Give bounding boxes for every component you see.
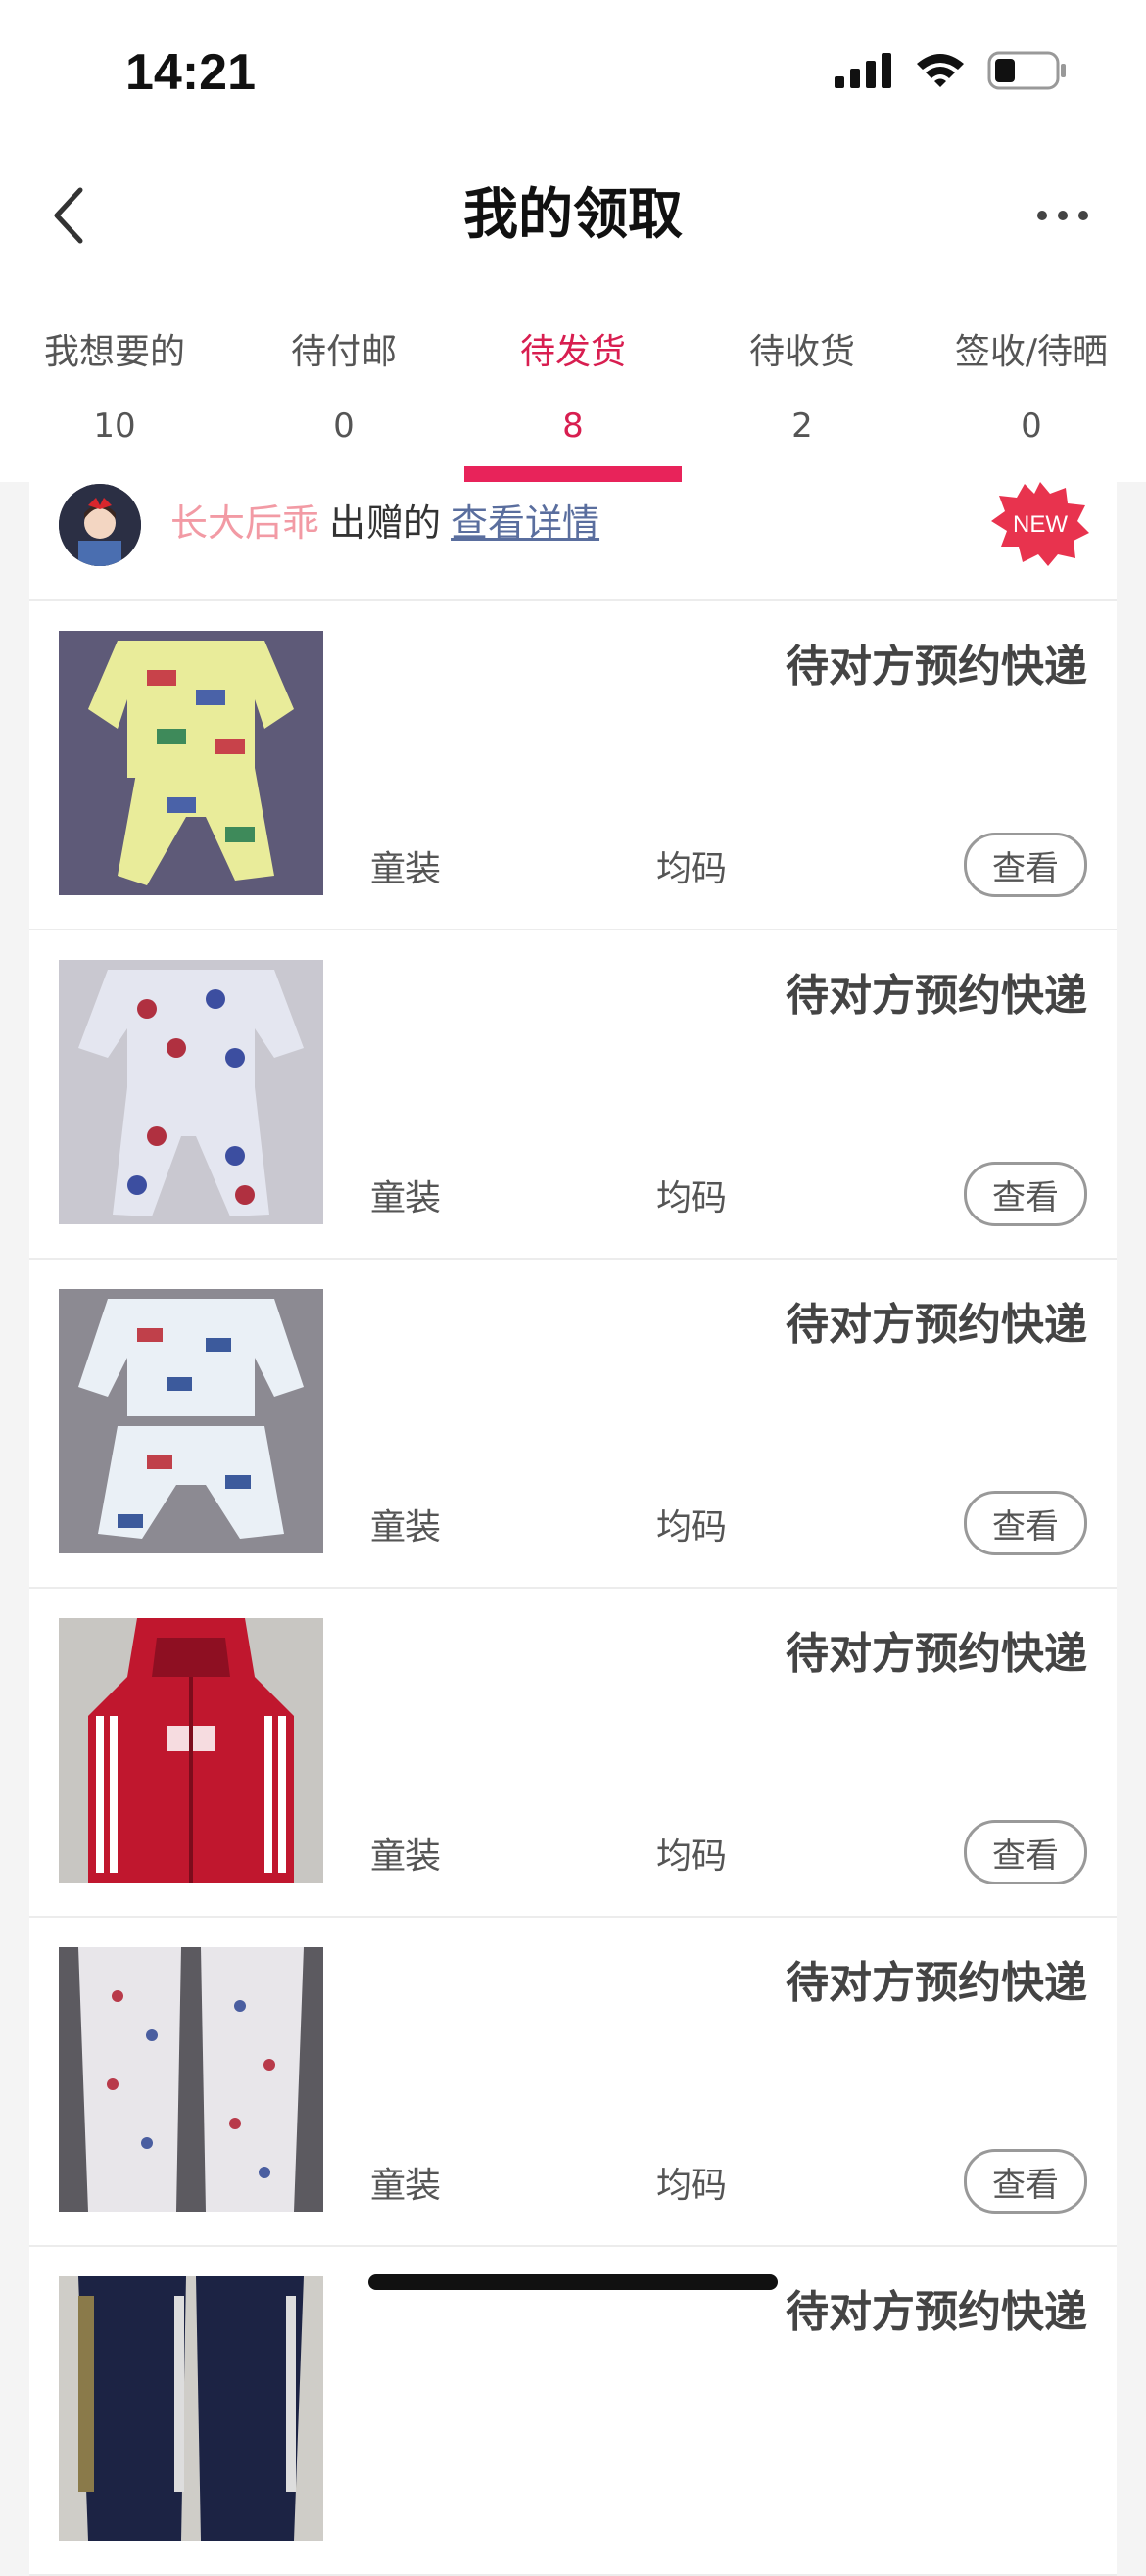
view-button[interactable]: 查看	[964, 2149, 1087, 2214]
print-pajamas-image	[59, 960, 323, 1224]
more-dots-icon	[1037, 211, 1088, 220]
item-category: 童装	[370, 1837, 442, 1877]
product-thumbnail[interactable]	[59, 1289, 323, 1553]
giver-name[interactable]: 长大后乖	[170, 501, 319, 545]
item-status: 待对方预约快递	[786, 971, 1087, 1021]
tab-signed-share[interactable]: 签收/待晒 0	[917, 294, 1146, 482]
list-item[interactable]: 待对方预约快递 童装 均码 查看	[29, 1260, 1117, 1589]
item-size: 均码	[656, 2166, 728, 2206]
giver-row: 长大后乖 出赠的 查看详情 NEW	[29, 482, 1117, 601]
product-thumbnail[interactable]	[59, 1947, 323, 2212]
yellow-pajamas-image	[59, 631, 323, 895]
tab-pending-receipt[interactable]: 待收货 2	[688, 294, 917, 482]
tab-count: 2	[791, 406, 813, 446]
home-indicator[interactable]	[368, 2274, 778, 2290]
item-status: 待对方预约快递	[786, 2287, 1087, 2337]
item-status: 待对方预约快递	[786, 1629, 1087, 1679]
view-button[interactable]: 查看	[964, 833, 1087, 897]
view-button[interactable]: 查看	[964, 1491, 1087, 1555]
tab-active-underline	[464, 466, 682, 482]
item-size: 均码	[656, 1178, 728, 1218]
tab-pending-postage[interactable]: 待付邮 0	[229, 294, 458, 482]
giver-text: 长大后乖 出赠的 查看详情	[170, 494, 599, 552]
item-category: 童装	[370, 2166, 442, 2206]
list-item[interactable]: 待对方预约快递 童装 均码 查看	[29, 930, 1117, 1260]
tab-label: 我想要的	[43, 332, 185, 372]
red-jacket-image	[59, 1618, 323, 1883]
more-button[interactable]	[1019, 176, 1107, 255]
page-title: 我的领取	[463, 183, 683, 247]
navigation-bar: 我的领取	[0, 147, 1146, 294]
list-item[interactable]: 待对方预约快递 童装 均码 查看	[29, 1589, 1117, 1918]
view-button[interactable]: 查看	[964, 1162, 1087, 1226]
new-badge: NEW	[989, 482, 1091, 566]
product-thumbnail[interactable]	[59, 1618, 323, 1883]
new-badge-text: NEW	[1013, 511, 1068, 538]
avatar[interactable]	[59, 484, 141, 566]
tab-label: 签收/待晒	[954, 332, 1109, 372]
list-item[interactable]: 待对方预约快递 童装 均码 查看	[29, 601, 1117, 930]
tab-pending-shipment[interactable]: 待发货 8	[458, 294, 688, 482]
tab-label: 待发货	[519, 332, 626, 372]
product-thumbnail[interactable]	[59, 2276, 323, 2541]
item-size: 均码	[656, 1837, 728, 1877]
battery-icon	[987, 51, 1066, 90]
item-category: 童装	[370, 1507, 442, 1548]
heart-pants-image	[59, 1947, 323, 2212]
list-item[interactable]: 待对方预约快递 童装 均码 查看	[29, 1918, 1117, 2247]
tab-count: 10	[93, 406, 136, 446]
navy-pants-image	[59, 2276, 323, 2541]
item-size: 均码	[656, 849, 728, 889]
tab-wanted[interactable]: 我想要的 10	[0, 294, 229, 482]
status-time: 14:21	[125, 44, 256, 101]
order-status-tabs: 我想要的 10 待付邮 0 待发货 8 待收货 2 签收/待晒 0	[0, 294, 1146, 482]
starburst-badge-icon: NEW	[991, 482, 1089, 566]
item-status: 待对方预约快递	[786, 1958, 1087, 2008]
item-status: 待对方预约快递	[786, 642, 1087, 692]
tab-label: 待付邮	[290, 332, 397, 372]
tab-count: 0	[333, 406, 355, 446]
view-details-link[interactable]: 查看详情	[451, 501, 599, 545]
view-button[interactable]: 查看	[964, 1820, 1087, 1884]
cellular-signal-icon	[835, 53, 891, 88]
white-pajamas-image	[59, 1289, 323, 1553]
item-status: 待对方预约快递	[786, 1300, 1087, 1350]
wifi-icon	[917, 54, 964, 87]
tab-count: 0	[1021, 406, 1042, 446]
product-thumbnail[interactable]	[59, 631, 323, 895]
giver-action: 出赠的	[329, 501, 442, 545]
status-bar: 14:21	[0, 0, 1146, 147]
product-thumbnail[interactable]	[59, 960, 323, 1224]
list-item[interactable]: 待对方预约快递	[29, 2247, 1117, 2576]
tab-count: 8	[562, 406, 584, 446]
item-size: 均码	[656, 1507, 728, 1548]
item-category: 童装	[370, 849, 442, 889]
item-category: 童装	[370, 1178, 442, 1218]
status-icons	[835, 51, 1068, 90]
tab-label: 待收货	[748, 332, 855, 372]
order-list: 长大后乖 出赠的 查看详情 NEW 待对方预约快递 童装 均码 查看 待对方预约…	[29, 482, 1117, 2576]
avatar-image	[59, 484, 141, 566]
